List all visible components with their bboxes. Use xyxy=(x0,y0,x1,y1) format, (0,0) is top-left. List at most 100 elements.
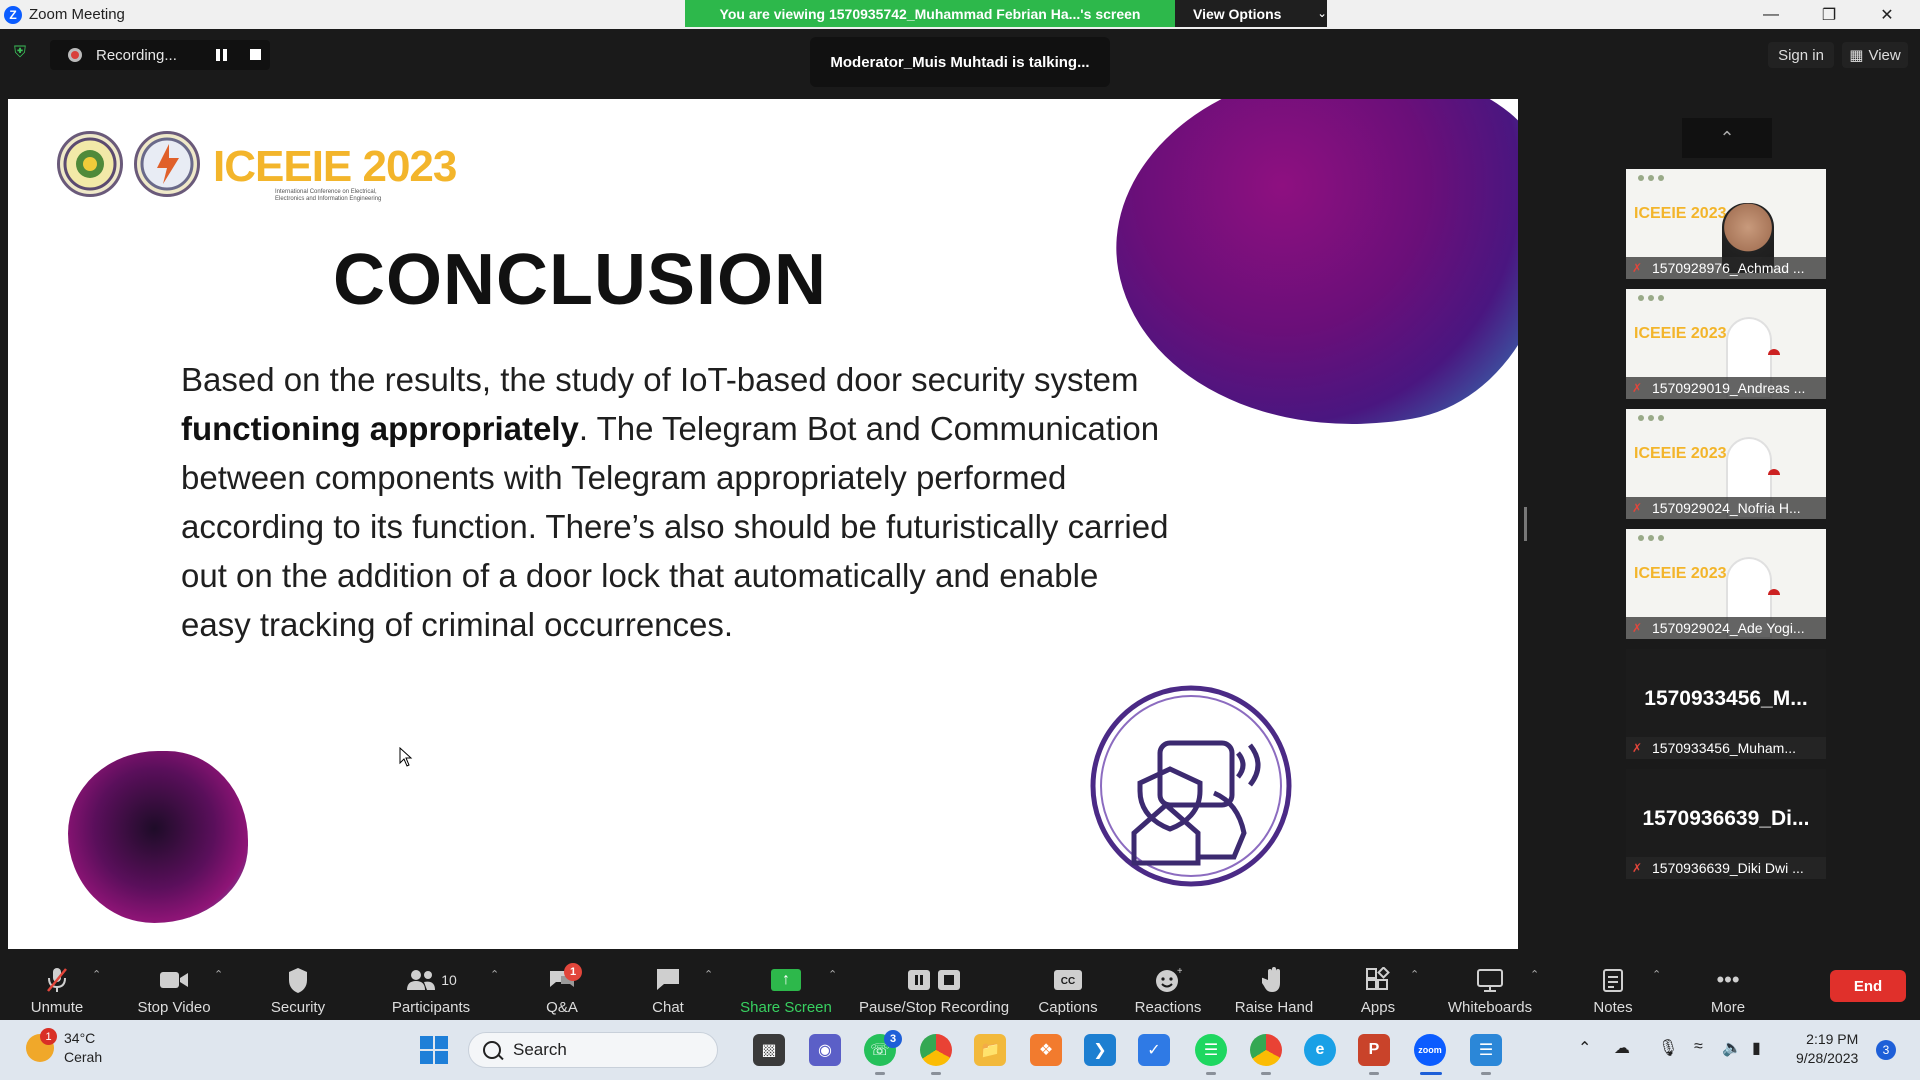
stop-recording-icon[interactable] xyxy=(250,49,261,60)
shared-screen: ICEEIE 2023 International Conference on … xyxy=(8,99,1518,949)
whiteboards-button[interactable]: Whiteboards xyxy=(1446,958,1534,1016)
spotify-icon[interactable]: ☰ xyxy=(1195,1034,1227,1066)
sign-in-button[interactable]: Sign in xyxy=(1768,42,1834,68)
participant-tile[interactable]: ICEEIE 2023 ✗ 1570929024_Nofria H... xyxy=(1626,409,1826,519)
chrome-icon[interactable] xyxy=(920,1034,952,1066)
window-title: Zoom Meeting xyxy=(29,6,125,23)
participants-icon: 10 xyxy=(401,965,461,995)
participant-tile[interactable]: ICEEIE 2023 ✗ 1570929019_Andreas ... xyxy=(1626,289,1826,399)
scroll-up-button[interactable]: ⌃ xyxy=(1682,118,1772,158)
apps-grid-icon xyxy=(1362,965,1394,995)
participant-name: 1570929024_Nofria H... xyxy=(1652,500,1801,516)
share-screen-label: Share Screen xyxy=(740,999,832,1016)
apps-options-caret-icon[interactable]: ⌃ xyxy=(1410,968,1419,981)
participant-tile[interactable]: ICEEIE 2023 ✗ 1570929024_Ade Yogi... xyxy=(1626,529,1826,639)
pause-stop-recording-label: Pause/Stop Recording xyxy=(858,999,1010,1016)
reactions-button[interactable]: + Reactions xyxy=(1134,958,1202,1016)
end-meeting-button[interactable]: End xyxy=(1830,970,1906,1002)
more-button[interactable]: ••• More xyxy=(1706,958,1750,1016)
apps-button[interactable]: Apps xyxy=(1356,958,1400,1016)
battery-icon[interactable]: ▮ xyxy=(1752,1038,1761,1058)
panel-resize-handle[interactable] xyxy=(1524,507,1527,541)
view-button[interactable]: ▦ View xyxy=(1842,42,1908,68)
more-label: More xyxy=(1710,999,1746,1016)
participants-options-caret-icon[interactable]: ⌃ xyxy=(490,968,499,981)
weather-condition: Cerah xyxy=(64,1049,103,1065)
share-options-caret-icon[interactable]: ⌃ xyxy=(828,968,837,981)
zoom-taskbar-icon[interactable]: zoom xyxy=(1414,1034,1446,1066)
chrome-profile-icon[interactable] xyxy=(1250,1034,1282,1066)
whatsapp-badge: 3 xyxy=(884,1030,902,1048)
encryption-shield-icon[interactable]: ⛨ xyxy=(14,44,34,64)
show-hidden-icons-chevron-icon[interactable]: ⌃ xyxy=(1578,1038,1591,1058)
volume-icon[interactable]: 🔈 xyxy=(1722,1038,1742,1058)
audio-options-caret-icon[interactable]: ⌃ xyxy=(92,968,101,981)
minimize-icon[interactable]: — xyxy=(1742,0,1800,29)
file-explorer-icon[interactable]: 📁 xyxy=(974,1034,1006,1066)
close-icon[interactable]: ✕ xyxy=(1858,0,1916,29)
pause-recording-icon[interactable] xyxy=(216,49,228,61)
view-options-button[interactable]: View Options ⌄ xyxy=(1175,0,1327,27)
search-icon xyxy=(483,1041,501,1059)
unmute-button[interactable]: Unmute xyxy=(24,958,90,1016)
participant-tile[interactable]: 1570933456_M... ✗ 1570933456_Muham... xyxy=(1626,649,1826,759)
whiteboards-options-caret-icon[interactable]: ⌃ xyxy=(1530,968,1539,981)
raise-hand-button[interactable]: Raise Hand xyxy=(1234,958,1314,1016)
more-dots-icon: ••• xyxy=(1716,967,1740,992)
teams-chat-icon[interactable]: ◉ xyxy=(809,1034,841,1066)
vscode-icon[interactable]: ❯ xyxy=(1084,1034,1116,1066)
todo-icon[interactable]: ✓ xyxy=(1138,1034,1170,1066)
pause-stop-recording-button[interactable]: Pause/Stop Recording xyxy=(856,958,1012,1016)
mini-conference-logo: ICEEIE 2023 xyxy=(1634,205,1727,222)
weather-widget[interactable]: 1 34°C Cerah xyxy=(26,1028,103,1067)
captions-button[interactable]: CC Captions xyxy=(1036,958,1100,1016)
powerpoint-icon[interactable]: P xyxy=(1358,1034,1390,1066)
clock-date: 9/28/2023 xyxy=(1796,1050,1859,1066)
edge-icon[interactable]: e xyxy=(1304,1034,1336,1066)
mini-conference-logo: ICEEIE 2023 xyxy=(1634,445,1727,462)
security-label: Security xyxy=(270,999,326,1016)
task-view-icon[interactable]: ▩ xyxy=(753,1034,785,1066)
notepad-icon[interactable]: ☰ xyxy=(1470,1034,1502,1066)
chat-options-caret-icon[interactable]: ⌃ xyxy=(704,968,713,981)
windows-start-icon[interactable] xyxy=(420,1036,448,1064)
notes-options-caret-icon[interactable]: ⌃ xyxy=(1652,968,1661,981)
participant-name: 1570929019_Andreas ... xyxy=(1652,380,1806,396)
university-seal-logo xyxy=(57,131,123,197)
unmute-label: Unmute xyxy=(30,999,84,1016)
whiteboard-icon xyxy=(1474,965,1506,995)
whatsapp-icon[interactable]: ☏ 3 xyxy=(864,1030,902,1066)
stop-video-button[interactable]: Stop Video xyxy=(132,958,216,1016)
xampp-icon[interactable]: ❖ xyxy=(1030,1034,1062,1066)
taskbar-clock[interactable]: 2:19 PM 9/28/2023 xyxy=(1796,1030,1858,1068)
participant-tile[interactable]: ICEEIE 2023 ✗ 1570928976_Achmad ... xyxy=(1626,169,1826,279)
wifi-icon[interactable]: ≈ xyxy=(1694,1038,1703,1056)
participant-name: 1570928976_Achmad ... xyxy=(1652,260,1805,276)
share-screen-button[interactable]: ↑ Share Screen xyxy=(740,958,832,1016)
participant-name: 1570936639_Diki Dwi ... xyxy=(1652,860,1804,876)
notes-label: Notes xyxy=(1593,999,1633,1016)
taskbar-search[interactable]: Search xyxy=(468,1032,718,1068)
slide-body: Based on the results, the study of IoT-b… xyxy=(181,355,1171,649)
security-button[interactable]: Security xyxy=(266,958,330,1016)
grid-view-icon: ▦ xyxy=(1849,47,1864,64)
participant-name-bar: ✗ 1570928976_Achmad ... xyxy=(1626,257,1826,279)
notes-button[interactable]: Notes xyxy=(1590,958,1636,1016)
participants-button[interactable]: 10 Participants xyxy=(386,958,476,1016)
conference-subtitle: International Conference on Electrical, … xyxy=(275,189,382,202)
notification-badge[interactable]: 3 xyxy=(1876,1040,1896,1060)
smiley-plus-icon: + xyxy=(1152,965,1184,995)
video-options-caret-icon[interactable]: ⌃ xyxy=(214,968,223,981)
restore-icon[interactable]: ❐ xyxy=(1800,0,1858,29)
participant-big-name: 1570933456_M... xyxy=(1644,687,1808,710)
microphone-tray-icon[interactable]: 🎙 xyxy=(1658,1038,1678,1058)
participant-name: 1570933456_Muham... xyxy=(1652,740,1796,756)
qa-button[interactable]: 1 Q&A xyxy=(540,958,584,1016)
onedrive-cloud-icon[interactable]: ☁ xyxy=(1614,1038,1630,1058)
participant-tile[interactable]: 1570936639_Di... ✗ 1570936639_Diki Dwi .… xyxy=(1626,769,1826,879)
video-camera-icon xyxy=(158,965,190,995)
participants-count: 10 xyxy=(441,972,457,988)
qa-icon: 1 xyxy=(546,963,582,995)
participant-name-bar: ✗ 1570936639_Diki Dwi ... xyxy=(1626,857,1826,879)
chat-button[interactable]: Chat xyxy=(648,958,688,1016)
